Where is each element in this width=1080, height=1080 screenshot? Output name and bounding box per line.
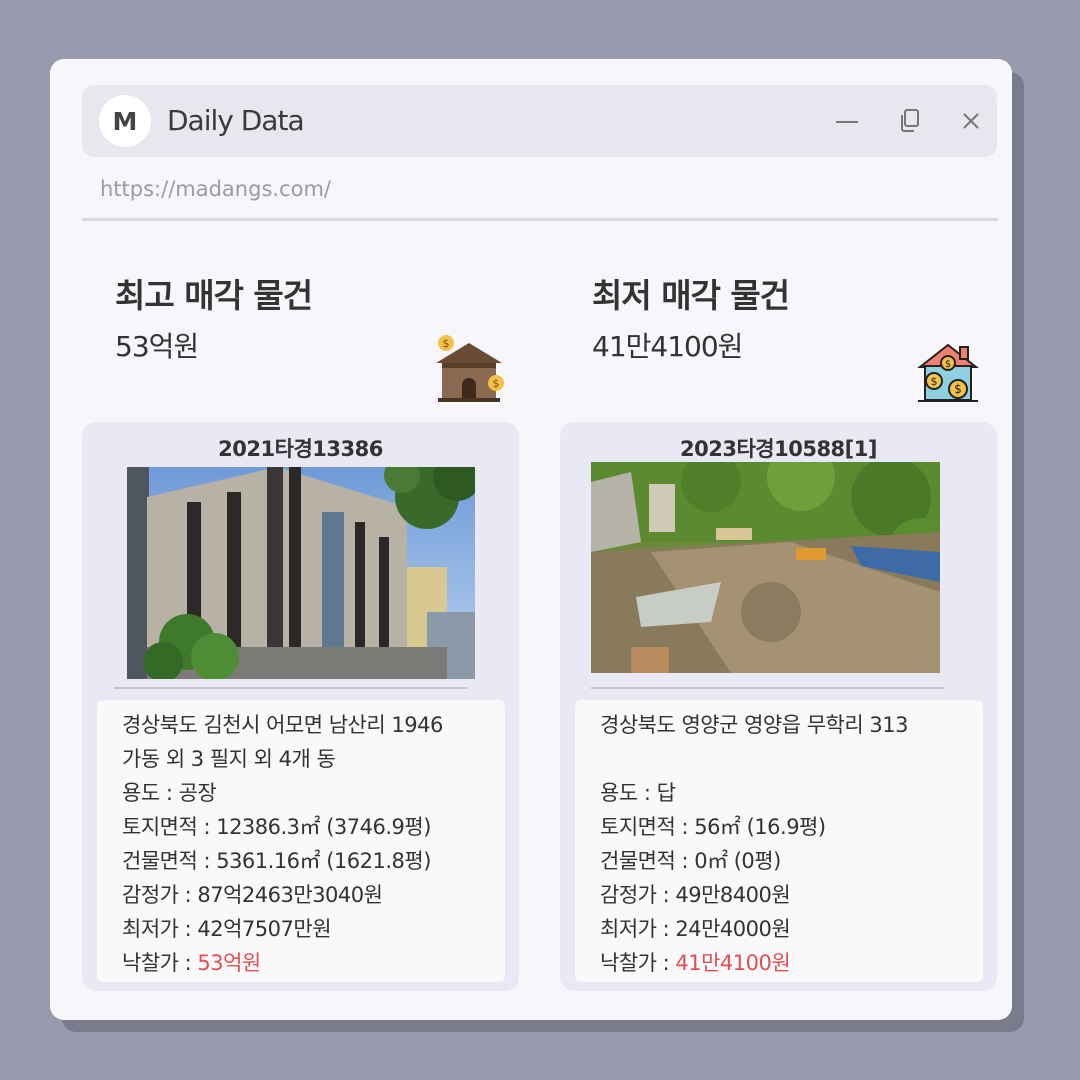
address-line-2: 가동 외 3 필지 외 4개 동 xyxy=(122,747,336,771)
close-button[interactable] xyxy=(956,106,986,136)
appraisal-price: 감정가 : 49만8400원 xyxy=(600,883,791,907)
svg-text:$: $ xyxy=(954,382,962,396)
address-line-2 xyxy=(600,742,983,776)
svg-text:$: $ xyxy=(493,377,500,390)
building-area: 건물면적 : 0㎡ (0평) xyxy=(600,849,781,873)
address-line-1: 경상북도 김천시 어모면 남산리 1946 xyxy=(122,713,443,737)
minimum-price: 최저가 : 24만4000원 xyxy=(600,917,791,941)
card-divider xyxy=(591,687,944,689)
case-number: 2021타경13386 xyxy=(218,437,383,461)
lowest-sale-value: 41만4100원 xyxy=(592,330,743,363)
building-area: 건물면적 : 5361.16㎡ (1621.8평) xyxy=(122,849,431,873)
app-logo: M xyxy=(99,95,151,147)
header-divider xyxy=(82,218,998,221)
winning-bid-label: 낙찰가 : xyxy=(600,951,676,975)
url-text[interactable]: https://madangs.com/ xyxy=(100,177,331,201)
winning-bid-label: 낙찰가 : xyxy=(122,951,198,975)
house-coin-icon: $ $ xyxy=(436,335,504,402)
svg-text:$: $ xyxy=(931,375,938,388)
house-money-icon: $ $ $ xyxy=(917,343,979,402)
app-title: Daily Data xyxy=(167,104,305,137)
address-line-1: 경상북도 영양군 영양읍 무학리 313 xyxy=(600,713,908,737)
browser-window: M Daily Data https://madangs.com/ 최고 매각 … xyxy=(50,59,1012,1020)
svg-text:$: $ xyxy=(945,359,951,370)
land-area: 토지면적 : 12386.3㎡ (3746.9평) xyxy=(122,815,431,839)
lowest-sale-card[interactable]: 2023타경10588[1] 경상북도 영양군 영양읍 무학리 313 용도:… xyxy=(560,422,997,991)
property-photo xyxy=(591,462,940,673)
case-number: 2023타경10588[1] xyxy=(680,437,877,461)
title-bar: M Daily Data xyxy=(82,85,997,157)
land-area: 토지면적 : 56㎡ (16.9평) xyxy=(600,815,826,839)
highest-sale-card[interactable]: 2021타경13386 경상북도 김천시 어모면 남산리 1946 가동 외 3… xyxy=(82,422,519,991)
svg-text:$: $ xyxy=(443,337,450,350)
copy-icon xyxy=(901,109,919,132)
highest-sale-heading: 최고 매각 물건 xyxy=(115,276,313,315)
property-photo xyxy=(127,467,475,679)
usage: 용도 : 공장 xyxy=(122,781,217,805)
highest-sale-value: 53억원 xyxy=(115,330,199,363)
winning-bid-value: 53억원 xyxy=(197,951,261,975)
winning-bid: 낙찰가 : 41만4100원 xyxy=(600,946,983,980)
appraisal-price: 감정가 : 87억2463만3040원 xyxy=(122,883,383,907)
property-details: 경상북도 영양군 영양읍 무학리 313 용도 : 답 토지면적 : 56㎡ (… xyxy=(575,700,983,982)
close-icon xyxy=(963,113,979,129)
minimize-button[interactable] xyxy=(832,106,862,136)
usage: 용도 : 답 xyxy=(600,781,676,805)
winning-bid-value: 41만4100원 xyxy=(675,951,791,975)
winning-bid: 낙찰가 : 53억원 xyxy=(122,946,505,980)
card-divider xyxy=(114,687,467,689)
property-details: 경상북도 김천시 어모면 남산리 1946 가동 외 3 필지 외 4개 동 용… xyxy=(97,700,505,982)
minimum-price: 최저가 : 42억7507만원 xyxy=(122,917,332,941)
lowest-sale-heading: 최저 매각 물건 xyxy=(592,276,790,315)
copy-button[interactable] xyxy=(895,106,925,136)
minimize-icon xyxy=(836,121,858,123)
